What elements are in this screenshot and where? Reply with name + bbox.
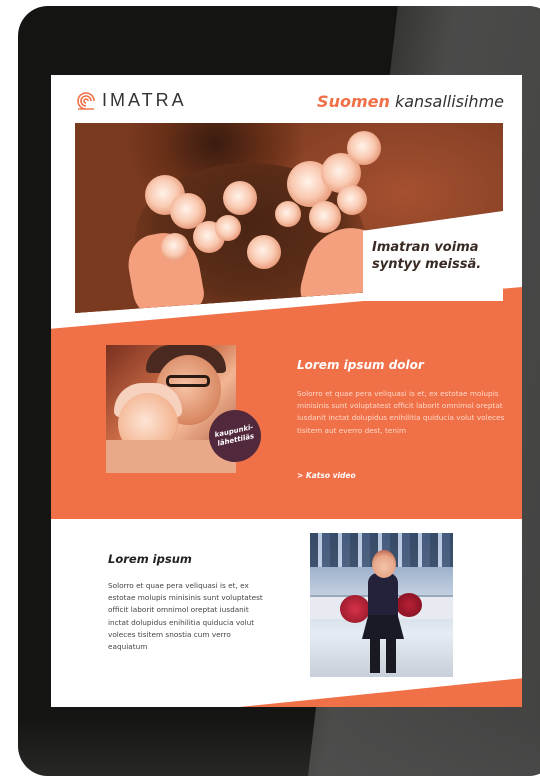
hero-caption-line1: Imatran voima xyxy=(372,240,479,255)
bottom-accent-strip xyxy=(239,678,522,707)
imatra-spiral-logo-icon xyxy=(77,91,95,110)
watch-video-link[interactable]: > Katso video xyxy=(297,471,356,480)
section1-body: Solorro et quae pera veliquasi is et, ex… xyxy=(297,389,505,435)
hero-caption-line2: syntyy meissä. xyxy=(372,257,482,272)
logo-text: IMATRA xyxy=(102,90,187,110)
section2-photo xyxy=(310,533,453,677)
newsletter-screen: IMATRA Suomen kansallisihme Imatran voim… xyxy=(51,75,522,707)
header-tagline: Suomen kansallisihme xyxy=(317,92,504,111)
imatra-logo[interactable]: IMATRA xyxy=(76,90,187,111)
section2-title: Lorem ipsum xyxy=(108,552,192,566)
section1-title: Lorem ipsum dolor xyxy=(297,358,424,372)
tagline-rest: kansallisihme xyxy=(389,92,504,111)
section2-body: Solorro et quae pera veliquasi is et, ex… xyxy=(108,581,263,652)
tagline-accent: Suomen xyxy=(317,92,390,111)
tablet-glare-bottom xyxy=(18,716,540,776)
hero-caption: Imatran voima syntyy meissä. xyxy=(372,239,492,273)
newsletter-header: IMATRA Suomen kansallisihme xyxy=(51,75,522,121)
